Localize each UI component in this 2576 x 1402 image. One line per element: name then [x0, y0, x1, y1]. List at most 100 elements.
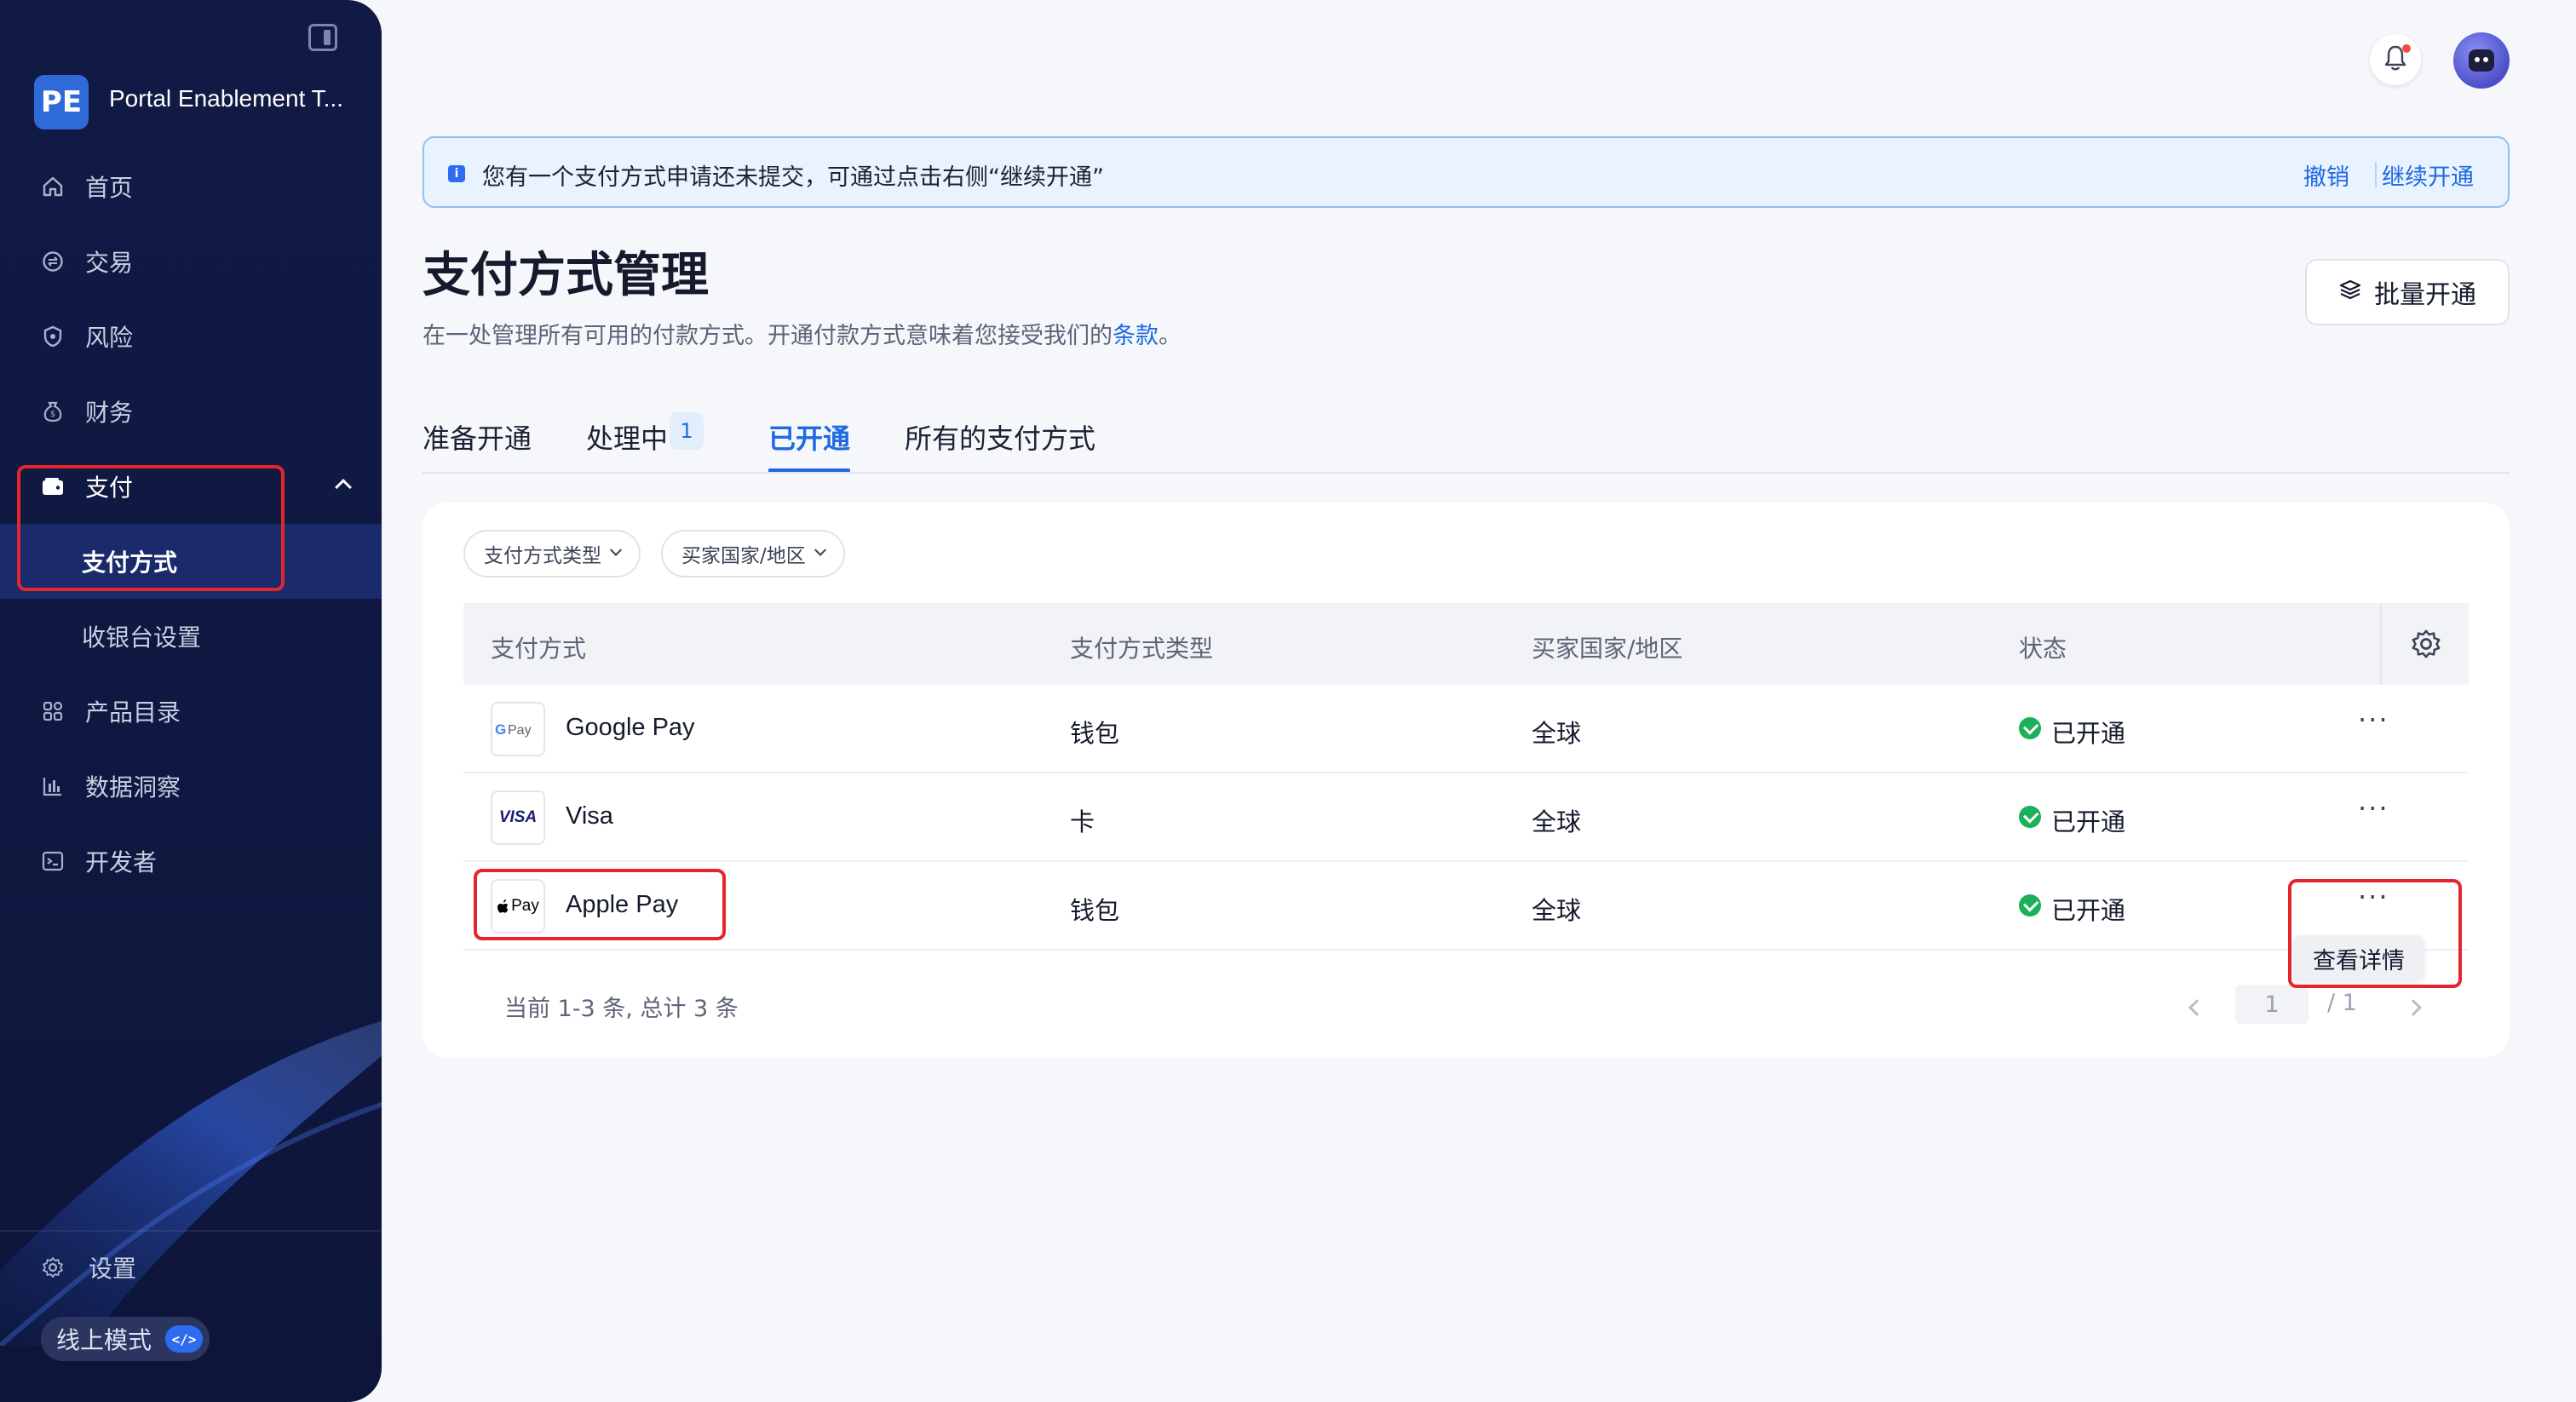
info-icon: i	[448, 165, 465, 182]
robot-avatar-icon	[2469, 49, 2494, 72]
payment-method-name: Apple Pay	[566, 891, 679, 918]
filter-label: 支付方式类型	[484, 545, 601, 567]
notice-message: 您有一个支付方式申请还未提交，可通过点击右侧“继续开通”	[482, 164, 1104, 191]
avatar[interactable]	[2453, 32, 2510, 89]
status-label: 已开通	[2051, 807, 2126, 836]
chevron-down-icon	[814, 543, 826, 556]
chevron-up-icon	[335, 479, 352, 496]
notice-divider	[2375, 162, 2377, 187]
payment-method-name: Google Pay	[566, 714, 695, 741]
sidebar: PE Portal Enablement T... 首页 交易 风险 $ 财务 …	[0, 0, 382, 1402]
sidebar-item-home[interactable]: 首页	[0, 149, 382, 224]
chevron-right-icon[interactable]	[2405, 999, 2422, 1016]
column-header: 支付方式类型	[1070, 635, 1214, 663]
payment-methods-card: 支付方式类型 买家国家/地区 支付方式 支付方式类型 买家国家/地区 状态 G …	[423, 503, 2510, 1058]
more-actions-button[interactable]: ···	[2358, 881, 2389, 913]
tab-processing[interactable]: 处理中	[586, 417, 668, 457]
tab-all-methods[interactable]: 所有的支付方式	[905, 417, 1095, 457]
continue-activation-link[interactable]: 继续开通	[2382, 158, 2474, 192]
sidebar-item-label: 数据洞察	[85, 773, 181, 802]
processing-count-badge: 1	[670, 412, 704, 450]
batch-activate-label: 批量开通	[2374, 280, 2476, 310]
sidebar-item-payments[interactable]: 支付	[0, 449, 382, 524]
page-description: 在一处管理所有可用的付款方式。开通付款方式意味着您接受我们的条款。	[423, 317, 1182, 350]
sidebar-item-product-catalog[interactable]: 产品目录	[0, 674, 382, 749]
sidebar-item-label: 风险	[85, 324, 134, 352]
payment-method-type: 卡	[1070, 807, 1095, 836]
sidebar-item-label: 开发者	[85, 848, 158, 876]
description-end: 。	[1159, 323, 1182, 349]
svg-text:G: G	[495, 721, 506, 738]
column-header: 状态	[2019, 635, 2067, 663]
bar-chart-icon	[41, 774, 65, 798]
sidebar-item-label: 设置	[89, 1255, 137, 1283]
incomplete-application-notice: i 您有一个支付方式申请还未提交，可通过点击右侧“继续开通” 撤销 继续开通	[423, 136, 2510, 208]
code-icon: </>	[165, 1325, 203, 1353]
terms-link[interactable]: 条款	[1113, 323, 1159, 349]
gear-icon	[41, 1255, 65, 1279]
live-mode-toggle[interactable]: 线上模式 </>	[41, 1317, 210, 1361]
shield-icon	[41, 325, 65, 348]
payment-type-filter[interactable]: 支付方式类型	[463, 530, 641, 577]
payment-method-type: 钱包	[1070, 896, 1120, 925]
revoke-link[interactable]: 撤销	[2303, 158, 2349, 192]
page-number-input[interactable]: 1	[2235, 985, 2309, 1024]
sidebar-item-label: 财务	[85, 399, 134, 427]
sidebar-item-payment-methods[interactable]: 支付方式	[0, 524, 382, 599]
table-row: VISA Visa 卡 全球 已开通 ···	[463, 773, 2469, 862]
sidebar-item-settings[interactable]: 设置	[0, 1230, 382, 1305]
more-actions-button[interactable]: ···	[2358, 792, 2389, 825]
sidebar-item-label: 首页	[85, 174, 134, 202]
column-header: 买家国家/地区	[1532, 635, 1683, 663]
sidebar-item-label: 支付	[85, 474, 134, 502]
sidebar-item-finance[interactable]: $ 财务	[0, 374, 382, 449]
apple-icon	[497, 899, 509, 913]
buyer-country-filter[interactable]: 买家国家/地区	[661, 530, 845, 577]
sidebar-item-label: 交易	[85, 249, 134, 277]
buyer-region: 全球	[1532, 807, 1582, 836]
check-circle-icon	[2019, 894, 2041, 916]
column-settings-gear-icon[interactable]	[2411, 629, 2441, 659]
visa-logo: VISA	[491, 790, 545, 845]
table-header: 支付方式 支付方式类型 买家国家/地区 状态	[463, 603, 2469, 685]
page-title: 支付方式管理	[423, 248, 709, 303]
mode-label: 线上模式	[56, 1326, 152, 1354]
sidebar-item-developers[interactable]: 开发者	[0, 824, 382, 899]
money-bag-icon: $	[41, 399, 65, 423]
tab-activated[interactable]: 已开通	[768, 417, 850, 457]
sidebar-item-label: 收银台设置	[82, 623, 202, 652]
brand-logo: PE	[34, 75, 89, 129]
svg-text:Pay: Pay	[508, 723, 532, 738]
batch-activate-button[interactable]: 批量开通	[2305, 259, 2510, 325]
check-circle-icon	[2019, 806, 2041, 828]
exchange-icon	[41, 250, 65, 273]
grid-icon	[41, 699, 65, 723]
layers-icon	[2338, 279, 2362, 307]
filter-label: 买家国家/地区	[681, 545, 806, 567]
svg-text:$: $	[50, 410, 55, 419]
notifications-button[interactable]	[2370, 34, 2421, 85]
check-circle-icon	[2019, 717, 2041, 739]
sidebar-item-transactions[interactable]: 交易	[0, 224, 382, 299]
apple-pay-logo: Pay	[491, 879, 545, 934]
sidebar-item-data-insights[interactable]: 数据洞察	[0, 749, 382, 824]
chevron-left-icon[interactable]	[2188, 999, 2205, 1016]
table-row: G Pay Google Pay 钱包 全球 已开通 ···	[463, 685, 2469, 773]
payment-method-name: Visa	[566, 802, 613, 830]
sidebar-item-risk[interactable]: 风险	[0, 299, 382, 374]
status-tabs: 准备开通 处理中 1 已开通 所有的支付方式	[423, 412, 2510, 474]
brand-name[interactable]: Portal Enablement T...	[109, 85, 365, 112]
total-pages: / 1	[2327, 990, 2357, 1016]
sidebar-item-checkout-settings[interactable]: 收银台设置	[0, 599, 382, 674]
tabs-divider	[423, 472, 2510, 474]
notification-dot	[2402, 44, 2411, 53]
status-label: 已开通	[2051, 719, 2126, 748]
view-details-menu-item[interactable]: 查看详情	[2293, 935, 2424, 981]
terminal-icon	[41, 849, 65, 873]
description-text: 在一处管理所有可用的付款方式。开通付款方式意味着您接受我们的	[423, 323, 1113, 349]
sidebar-collapse-button[interactable]	[308, 24, 337, 51]
column-divider	[2380, 603, 2382, 685]
tab-ready[interactable]: 准备开通	[423, 417, 532, 457]
chevron-down-icon	[609, 543, 623, 556]
more-actions-button[interactable]: ···	[2358, 704, 2389, 736]
